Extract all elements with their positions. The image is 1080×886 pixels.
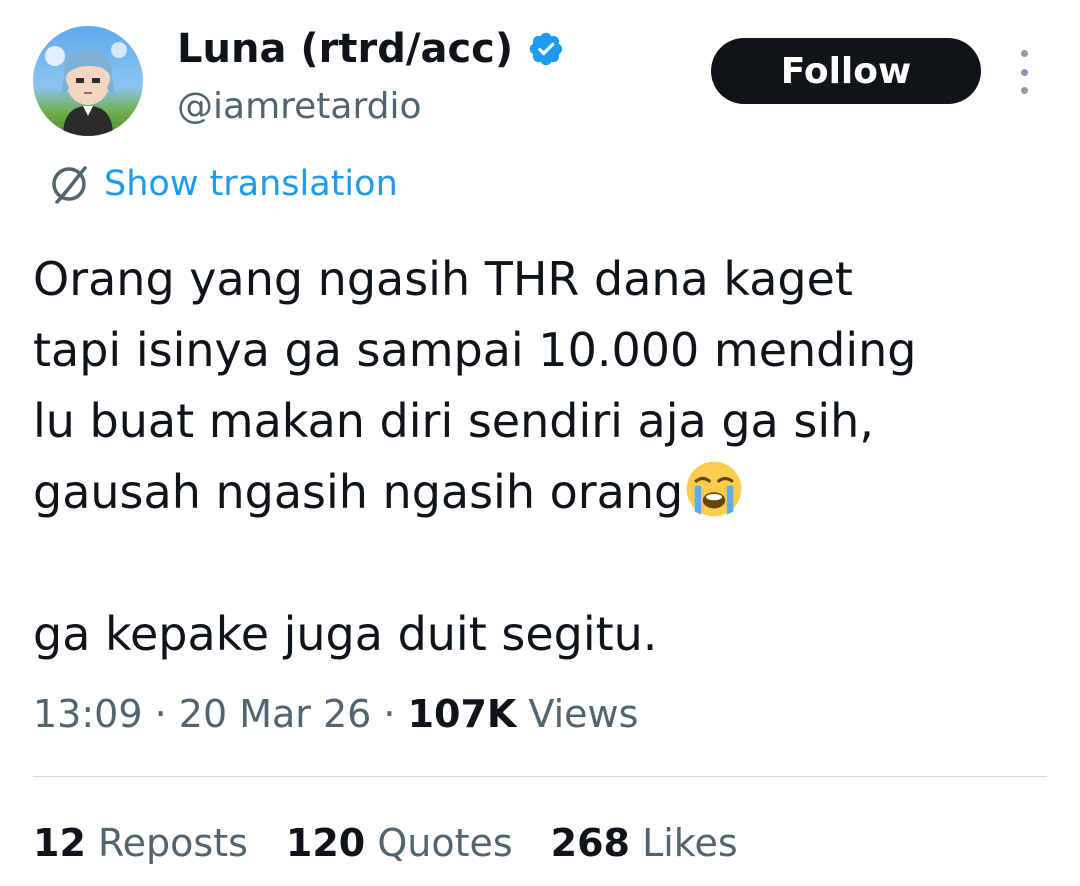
author-handle[interactable]: @iamretardio bbox=[177, 80, 422, 134]
follow-button[interactable]: Follow bbox=[711, 38, 981, 104]
avatar-image bbox=[45, 42, 127, 136]
quotes-count: 120 bbox=[285, 821, 366, 865]
views-count: 107K bbox=[407, 692, 517, 736]
author-name-row[interactable]: Luna (rtrd/acc) bbox=[177, 22, 565, 76]
tweet-text: Orang yang ngasih THR dana kaget tapi is… bbox=[33, 244, 1043, 670]
display-name[interactable]: Luna (rtrd/acc) bbox=[177, 22, 513, 76]
likes-label: Likes bbox=[629, 821, 738, 865]
globe-icon bbox=[52, 166, 87, 204]
quotes-label: Quotes bbox=[365, 821, 513, 865]
engagement-stats: 12 Reposts 120 Quotes 268 Likes bbox=[33, 814, 776, 872]
views-label: Views bbox=[516, 692, 639, 736]
show-translation-label: Show translation bbox=[104, 164, 398, 204]
likes-count: 268 bbox=[550, 821, 630, 865]
avatar[interactable] bbox=[33, 26, 143, 136]
tweet-meta: 13:09 · 20 Mar 26 · 107K Views bbox=[33, 686, 638, 742]
divider bbox=[33, 776, 1047, 777]
likes-stat[interactable]: 268 Likes bbox=[551, 814, 738, 872]
meta-separator: · bbox=[371, 692, 408, 736]
reposts-count: 12 bbox=[33, 821, 86, 865]
more-vertical-icon[interactable] bbox=[1012, 50, 1036, 94]
meta-separator: · bbox=[142, 692, 179, 736]
reposts-label: Reposts bbox=[85, 821, 248, 865]
verified-badge-icon bbox=[529, 32, 563, 66]
more-dot bbox=[1020, 68, 1028, 76]
tweet-time[interactable]: 13:09 bbox=[33, 692, 143, 736]
reposts-stat[interactable]: 12 Reposts bbox=[33, 814, 248, 872]
quotes-stat[interactable]: 120 Quotes bbox=[286, 814, 513, 872]
show-translation-link[interactable]: Show translation bbox=[44, 158, 398, 210]
more-dot bbox=[1020, 87, 1028, 94]
tweet-text-main: Orang yang ngasih THR dana kaget tapi is… bbox=[33, 252, 917, 519]
tweet-text-after: ga kepake juga duit segitu. bbox=[33, 607, 658, 661]
more-dot bbox=[1020, 50, 1028, 57]
tweet-date[interactable]: 20 Mar 26 bbox=[179, 692, 372, 736]
loudly-crying-face-icon bbox=[686, 461, 742, 517]
